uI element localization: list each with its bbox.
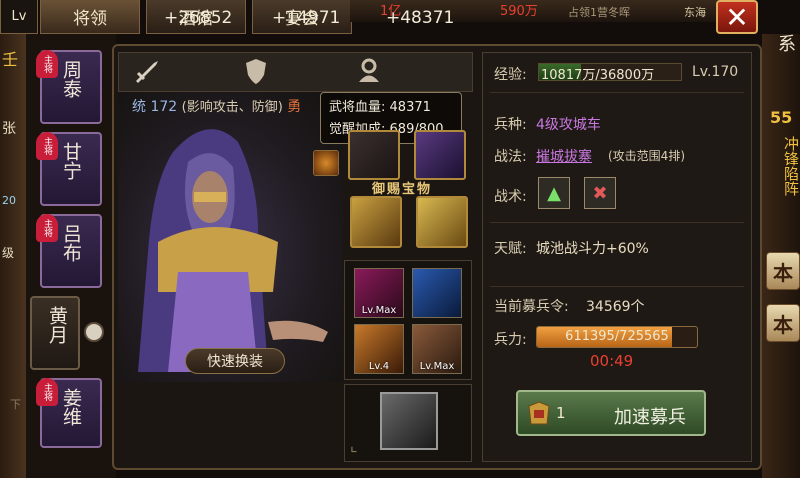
speed-count: 1 [556, 404, 566, 422]
divider [490, 286, 744, 287]
stats-bar [118, 52, 473, 92]
treasure-slot-1[interactable] [350, 196, 402, 248]
corner-level: Lv [0, 0, 38, 34]
expand-icon[interactable]: ⌞ [350, 436, 358, 455]
shield-icon [246, 59, 266, 84]
tactic-value[interactable]: 摧城拔寨 [536, 146, 592, 166]
hero-card-selected[interactable]: 黄月 [30, 296, 80, 370]
side-button[interactable]: 本 [766, 252, 800, 290]
mount-item[interactable] [380, 392, 438, 450]
hero-card[interactable]: 主将 姜维 [36, 378, 102, 448]
tooltip-hp-row: 武将血量: 48371 [329, 97, 453, 119]
eye-icon[interactable] [84, 322, 104, 342]
left-edge-char: 张 [2, 121, 16, 137]
troops-value: 611395/725565 [565, 329, 669, 344]
treasure-label: 御赐宝物 [372, 182, 433, 197]
hero-name: 吕布 [60, 224, 82, 262]
bravery-label: 勇 [287, 99, 302, 115]
tactic-desc: (攻击范围4排) [608, 149, 685, 163]
speed-recruit-button[interactable]: 1 加速募兵 [516, 390, 706, 436]
hero-card[interactable]: 主将 吕布 [36, 214, 102, 288]
tooltip-hp-value: 48371 [389, 100, 431, 115]
recruit-label: 当前募兵令: [494, 299, 569, 315]
divider [490, 92, 744, 93]
skill-level: Lv.Max [419, 361, 455, 372]
hp-icon [359, 58, 379, 82]
command-label: 统 [132, 99, 146, 115]
skill-slot[interactable]: Lv.Max [412, 324, 462, 374]
hero-name: 甘宁 [60, 142, 82, 180]
general-portrait [118, 92, 343, 382]
hero-name: 黄月 [46, 306, 68, 344]
level-value: Lv.170 [692, 64, 739, 80]
troops-bar: 611395/725565 [536, 326, 698, 348]
attack-icon [136, 61, 158, 83]
right-edge-char: 系 [778, 34, 796, 55]
defense-value: +14971 [272, 8, 341, 28]
resource-food: 590万 [500, 4, 538, 19]
main-general-badge: 主将 [36, 50, 58, 78]
hp-value: +48371 [386, 8, 455, 28]
hero-card[interactable]: 主将 周泰 [36, 50, 102, 124]
tactic-triangle-icon[interactable]: ▲ [538, 177, 570, 209]
tactic-cross-icon[interactable]: ✖ [584, 177, 616, 209]
right-edge-vertical: 冲锋陷阵 [782, 136, 800, 196]
command-desc: (影响攻击、防御) [181, 100, 283, 115]
left-edge-char: 壬 [2, 50, 19, 69]
main-general-badge: 主将 [36, 378, 58, 406]
main-general-badge: 主将 [36, 214, 58, 242]
skill-slot[interactable]: Lv.Max [354, 268, 404, 318]
left-edge-num: 20 [2, 194, 16, 207]
right-edge-num: 55 [770, 108, 793, 127]
divider [490, 222, 744, 223]
quick-equip-button[interactable]: 快速换装 [185, 348, 285, 374]
recruit-timer: 00:49 [590, 352, 634, 370]
speed-label: 加速募兵 [614, 407, 686, 428]
skill-slot[interactable] [412, 268, 462, 318]
main-general-badge: 主将 [36, 132, 58, 160]
left-edge-char: 级 [2, 246, 15, 260]
command-value: 172 [150, 99, 178, 115]
hero-name: 周泰 [60, 60, 82, 98]
close-button[interactable]: ✕ [716, 0, 758, 34]
skill-label: 战术: [494, 189, 527, 205]
tooltip-hp-label: 武将血量: [329, 100, 386, 115]
troop-type-value: 4级攻城车 [536, 117, 601, 133]
command-stat: 统 172 (影响攻击、防御) 勇 [132, 96, 301, 116]
skill-slot[interactable]: Lv.4 [354, 324, 404, 374]
skill-level: Lv.4 [368, 361, 390, 372]
skill-level: Lv.Max [361, 305, 397, 316]
talent-value: 城池战斗力+60% [536, 241, 649, 257]
recruit-value: 34569个 [586, 299, 645, 315]
tab-generals[interactable]: 将领 [40, 0, 140, 34]
recruit-token-icon [528, 401, 550, 425]
equipment-slot-armor[interactable] [414, 130, 466, 180]
left-edge: 壬 张 20 级 下 [0, 34, 26, 478]
resource-misc: 占领1营冬晖 [568, 6, 630, 19]
troops-label: 兵力: [494, 332, 527, 348]
hero-name: 姜维 [60, 388, 82, 426]
location-label: 东海 [684, 6, 706, 19]
tactic-label: 战法: [494, 149, 527, 165]
talent-label: 天赋: [494, 241, 527, 257]
attack-value: +26852 [164, 8, 233, 28]
exp-value: 10817万/36800万 [541, 68, 655, 83]
side-button[interactable]: 本 [766, 304, 800, 342]
troop-type-label: 兵种: [494, 117, 527, 133]
equipment-slot-weapon[interactable] [348, 130, 400, 180]
hero-card[interactable]: 主将 甘宁 [36, 132, 102, 206]
left-edge-char: 下 [10, 398, 21, 411]
treasure-slot-2[interactable] [416, 196, 468, 248]
exp-label: 经验: [494, 67, 527, 83]
exp-bar: 10817万/36800万 [538, 63, 682, 83]
awaken-icon[interactable] [313, 150, 339, 176]
